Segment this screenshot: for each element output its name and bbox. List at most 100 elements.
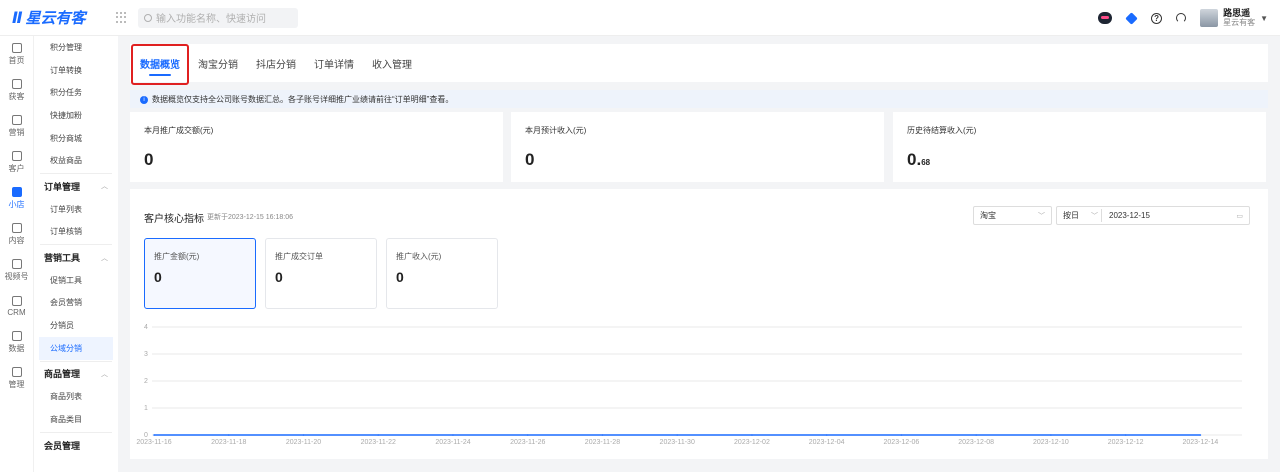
divider (1101, 209, 1102, 222)
help-icon[interactable]: ? (1151, 12, 1163, 24)
stat-label: 本月推广成交额(元) (144, 126, 214, 135)
user-name: 路思遥 (1223, 8, 1251, 18)
core-metrics-panel: 客户核心指标 更新于2023-12-15 16:18:06 淘宝 ﹀ 按日 ﹀ … (130, 189, 1268, 459)
kpi-card-orders[interactable]: 推广成交订单 0 (265, 238, 377, 309)
user-company: 星云有客 (1223, 18, 1256, 27)
menu-item[interactable]: 商品类目 (34, 408, 118, 431)
x-tick-label: 2023-11-16 (136, 439, 171, 446)
menu-group-goods[interactable]: 商品管理 ︿ (34, 363, 118, 386)
highlight-box (131, 44, 189, 85)
rail-item-marketing[interactable]: 营销 (0, 108, 33, 144)
brand-logo[interactable]: Ⅱ 星云有客 (12, 7, 112, 28)
chevron-down-icon: ﹀ (1038, 212, 1045, 220)
menu-group-label: 商品管理 (44, 369, 81, 380)
tab-order-details[interactable]: 订单详情 (314, 44, 354, 82)
rail-item-content[interactable]: 内容 (0, 216, 33, 252)
menu-item[interactable]: 订单列表 (34, 198, 118, 221)
data-point (227, 434, 230, 436)
divider (40, 173, 112, 175)
top-bar: Ⅱ 星云有客 输入功能名称、快速访问 ? 路思遥 星云有客 ▼ (0, 0, 1280, 36)
search-input[interactable]: 输入功能名称、快速访问 (138, 7, 298, 28)
updated-time: 更新于2023-12-15 16:18:06 (207, 214, 293, 221)
menu-item[interactable]: 订单核销 (34, 221, 118, 244)
shop-icon (11, 186, 22, 197)
data-point (153, 434, 155, 436)
y-tick-label: 0 (144, 432, 148, 439)
bulb-icon (11, 114, 22, 125)
menu-item[interactable]: 订单转换 (34, 59, 118, 82)
user-menu[interactable]: 路思遥 星云有客 ▼ (1200, 8, 1268, 28)
menu-item[interactable]: 权益商品 (34, 149, 118, 172)
divider (40, 244, 112, 246)
rail-label: 管理 (8, 379, 25, 389)
home-icon (11, 42, 22, 53)
x-tick-label: 2023-11-22 (361, 439, 396, 446)
divider (40, 360, 112, 362)
kpi-value: 0 (154, 269, 162, 285)
date-input[interactable]: 2023-12-15 (1109, 211, 1150, 220)
menu-group-marketing[interactable]: 营销工具 ︿ (34, 246, 118, 269)
x-tick-label: 2023-11-26 (510, 439, 545, 446)
tab-douyin[interactable]: 抖店分销 (256, 44, 296, 82)
menu-item[interactable]: 积分管理 (34, 36, 118, 59)
rail-item-shop[interactable]: 小店 (0, 180, 33, 216)
data-point (601, 434, 604, 436)
data-point (526, 434, 529, 436)
stat-card-expected-income: 本月预计收入(元) 0 (511, 112, 884, 182)
headset-icon[interactable] (1176, 13, 1187, 23)
rail-item-video[interactable]: 视频号 (0, 252, 33, 288)
menu-item[interactable]: 分销员 (34, 314, 118, 337)
menu-item[interactable]: 积分任务 (34, 81, 118, 104)
rail-item-data[interactable]: 数据 (0, 324, 33, 360)
rail-item-home[interactable]: 首页 (0, 36, 33, 72)
period-select[interactable]: 按日 (1063, 210, 1079, 221)
x-tick-label: 2023-11-20 (286, 439, 321, 446)
stat-value: 0.68 (907, 150, 1252, 170)
tab-taobao[interactable]: 淘宝分销 (198, 44, 238, 82)
video-icon (11, 258, 22, 269)
notice: i 数据概览仅支持全公司账号数据汇总。各子账号详细推广业绩请前往“订单明细”查看… (140, 94, 453, 105)
rail-label: 首页 (8, 55, 25, 65)
search-placeholder: 输入功能名称、快速访问 (156, 14, 266, 25)
menu-group-order[interactable]: 订单管理 ︿ (34, 175, 118, 198)
menu-item-active[interactable]: 公域分销 (39, 336, 113, 360)
calendar-icon: ▭ (1236, 212, 1243, 220)
kpi-card-income[interactable]: 推广收入(元) 0 (386, 238, 498, 309)
menu-group-member[interactable]: 会员管理 (34, 434, 118, 457)
rail-label: CRM (7, 307, 26, 317)
x-tick-label: 2023-11-24 (435, 439, 470, 446)
menu-group-label: 营销工具 (44, 253, 81, 264)
menu-item[interactable]: 商品列表 (34, 385, 118, 408)
kpi-card-amount[interactable]: 推广金额(元) 0 (144, 238, 256, 309)
kpi-label: 推广成交订单 (275, 252, 323, 261)
menu-item[interactable]: 快捷加粉 (34, 104, 118, 127)
stat-label: 历史待结算收入(元) (907, 126, 977, 135)
customer-icon (11, 150, 22, 161)
rail-item-customer[interactable]: 客户 (0, 144, 33, 180)
menu-item[interactable]: 会员营销 (34, 292, 118, 315)
rail-label: 数据 (8, 343, 25, 353)
menu-group-label: 会员管理 (44, 440, 81, 451)
y-tick-label: 1 (144, 405, 148, 412)
date-filter[interactable]: 按日 ﹀ 2023-12-15 ▭ (1056, 206, 1250, 225)
rail-label: 客户 (8, 163, 25, 173)
app-grid-icon[interactable] (116, 11, 128, 24)
x-tick-label: 2023-11-28 (585, 439, 620, 446)
y-tick-label: 2 (144, 378, 148, 385)
info-icon: i (140, 95, 148, 104)
menu-item[interactable]: 促销工具 (34, 269, 118, 292)
menu-item[interactable]: 积分商城 (34, 127, 118, 150)
rail-item-manage[interactable]: 管理 (0, 360, 33, 396)
rail-item-crm[interactable]: CRM (0, 288, 33, 324)
cube-icon[interactable] (1125, 11, 1138, 25)
y-tick-label: 3 (144, 351, 148, 358)
menu-group-label: 订单管理 (44, 181, 81, 192)
acquire-icon (11, 78, 22, 89)
avatar (1200, 9, 1219, 27)
x-tick-label: 2023-12-04 (809, 439, 845, 446)
x-tick-label: 2023-12-12 (1108, 439, 1144, 446)
rail-item-acquire[interactable]: 获客 (0, 72, 33, 108)
tab-income[interactable]: 收入管理 (372, 44, 412, 82)
platform-select[interactable]: 淘宝 ﹀ (973, 206, 1052, 225)
assistant-robot-icon[interactable] (1098, 12, 1113, 24)
